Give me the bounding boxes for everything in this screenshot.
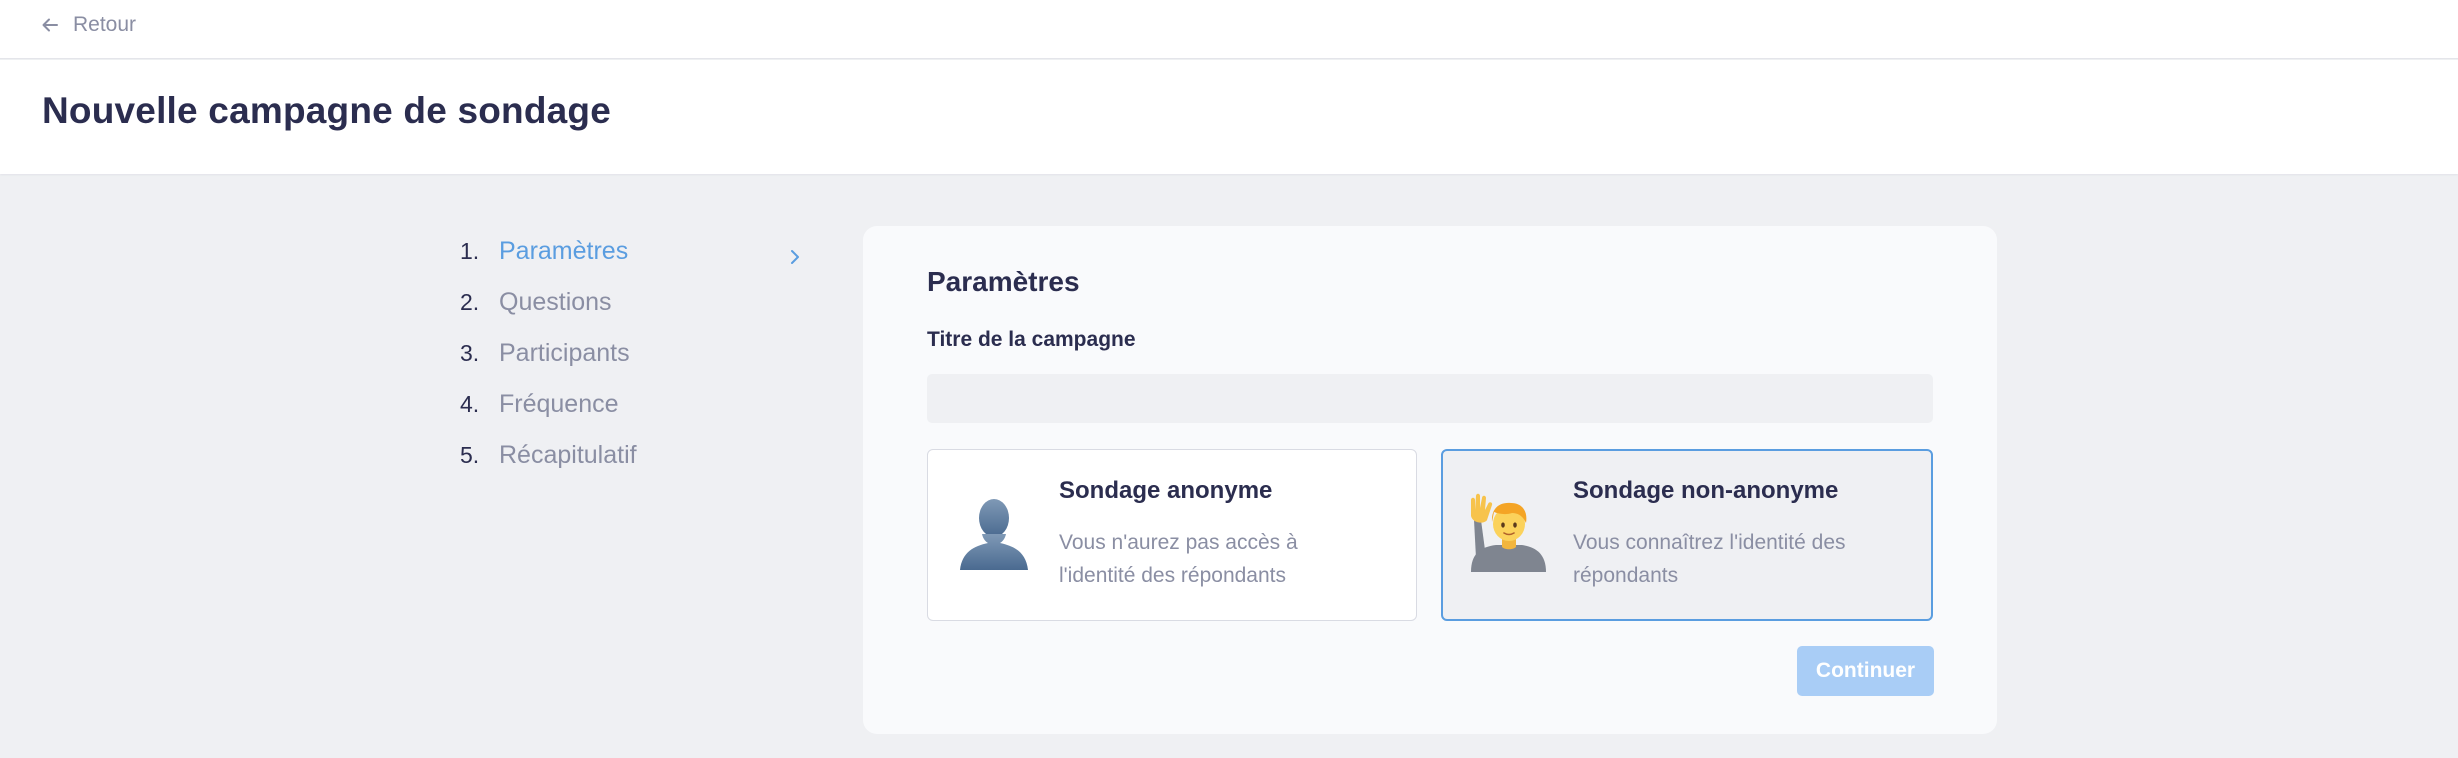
section-title: Paramètres — [927, 266, 1080, 297]
step-number: 3. — [460, 340, 480, 366]
campaign-title-label: Titre de la campagne — [927, 328, 1136, 351]
non-anonymous-survey-option[interactable]: Sondage non-anonyme Vous connaîtrez l'id… — [1441, 449, 1933, 621]
step-participants[interactable]: 3. Participants — [460, 328, 800, 379]
step-label: Participants — [499, 339, 630, 367]
arrow-left-icon — [41, 16, 59, 34]
page-title: Nouvelle campagne de sondage — [42, 90, 611, 131]
step-number: 2. — [460, 289, 480, 315]
step-label: Questions — [499, 288, 612, 316]
step-number: 1. — [460, 238, 480, 264]
step-number: 5. — [460, 442, 480, 468]
step-frequence[interactable]: 4. Fréquence — [460, 379, 800, 430]
option-description: Vous connaîtrez l'identité des répondant… — [1573, 531, 1846, 587]
back-link[interactable]: Retour — [41, 12, 136, 38]
settings-card: Paramètres Titre de la campagne Sondage … — [863, 226, 1997, 734]
person-raising-hand-icon — [1468, 492, 1552, 576]
anonymous-survey-option[interactable]: Sondage anonyme Vous n'aurez pas accès à… — [927, 449, 1417, 621]
steps-nav: 1. Paramètres 2. Questions 3. Participan… — [460, 226, 800, 481]
step-questions[interactable]: 2. Questions — [460, 277, 800, 328]
bust-silhouette-icon — [952, 492, 1036, 576]
step-number: 4. — [460, 391, 480, 417]
campaign-title-input[interactable] — [927, 374, 1933, 423]
step-label: Récapitulatif — [499, 441, 637, 469]
page-header: Nouvelle campagne de sondage — [0, 60, 2458, 174]
option-title: Sondage non-anonyme — [1573, 477, 1839, 504]
option-title: Sondage anonyme — [1059, 477, 1273, 504]
step-label: Fréquence — [499, 390, 619, 418]
back-label: Retour — [73, 13, 137, 36]
top-bar: Retour — [0, 0, 2458, 59]
option-description: Vous n'aurez pas accès à l'identité des … — [1059, 531, 1298, 587]
chevron-right-icon — [790, 243, 800, 272]
step-recapitulatif[interactable]: 5. Récapitulatif — [460, 430, 800, 481]
step-parametres[interactable]: 1. Paramètres — [460, 226, 800, 277]
step-label: Paramètres — [499, 237, 629, 265]
continue-button[interactable]: Continuer — [1797, 646, 1934, 696]
